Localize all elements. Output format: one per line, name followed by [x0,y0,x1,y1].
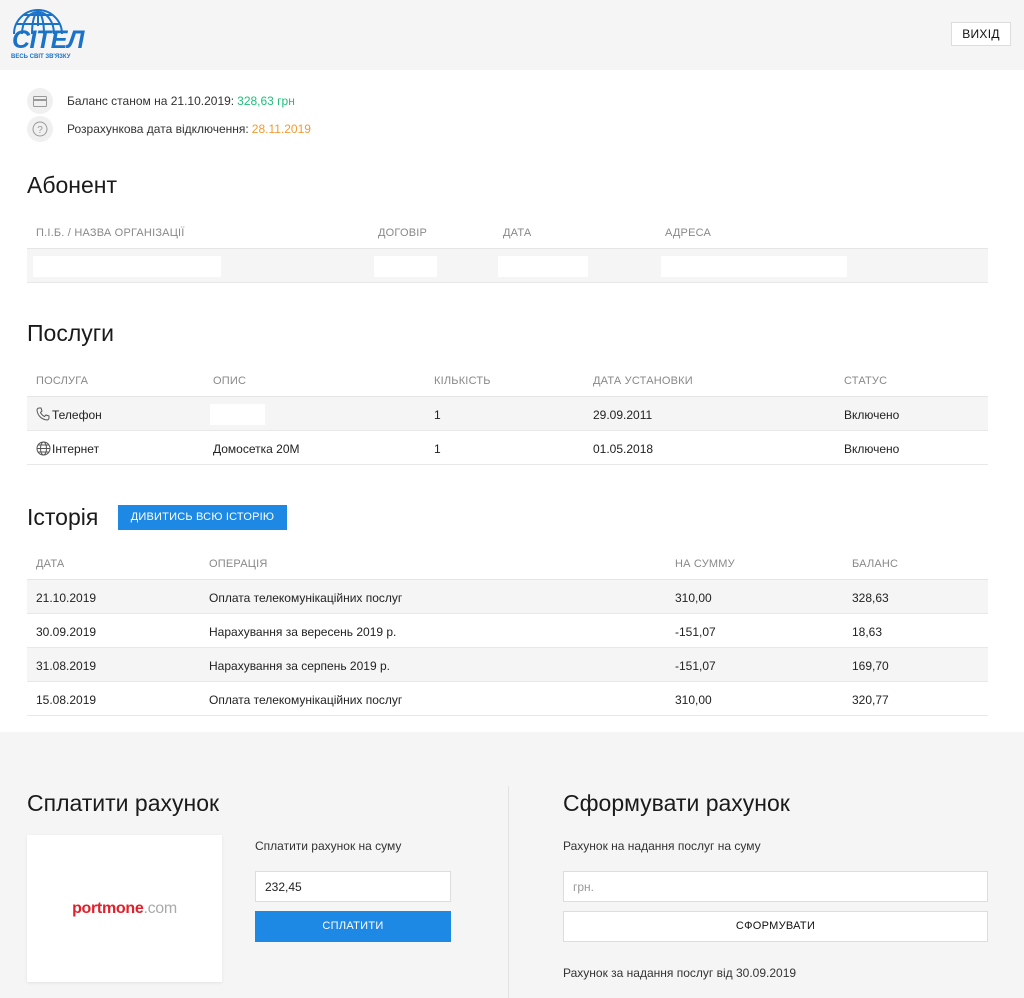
history-balance: 169,70 [852,659,889,673]
history-amount: 310,00 [675,693,712,707]
generate-invoice-button[interactable]: СФОРМУВАТИ [563,911,988,942]
table-row [27,249,988,283]
portmone-word: portmone [72,899,144,917]
redacted-contract [374,256,437,277]
col-address: АДРЕСА [665,227,712,239]
svg-text:?: ? [37,125,43,136]
table-row: 31.08.2019 Нарахування за серпень 2019 р.… [27,648,988,682]
table-header: П.І.Б. / НАЗВА ОРГАНІЗАЦІЇ ДОГОВІР ДАТА … [27,217,988,249]
history-amount: -151,07 [675,659,716,673]
service-name: Телефон [52,408,102,422]
redacted-name [33,256,221,277]
top-header: СІТЕЛ ВЕСЬ СВІТ ЗВ'ЯЗКУ ВИХІД [0,0,1024,70]
history-date: 21.10.2019 [36,591,97,605]
col-amount: НА СУММУ [675,558,735,570]
pay-title: Сплатити рахунок [27,790,220,816]
balance-value: 328,63 грн [237,94,295,108]
pay-amount-label: Сплатити рахунок на суму [255,839,402,853]
history-date: 30.09.2019 [36,625,97,639]
balance-info: Баланс станом на 21.10.2019: 328,63 грн [27,88,295,114]
col-balance: БАЛАНС [852,558,899,570]
service-date: 01.05.2018 [593,442,654,456]
history-balance: 328,63 [852,591,889,605]
table-header: ПОСЛУГА ОПИС КІЛЬКІСТЬ ДАТА УСТАНОВКИ СТ… [27,365,988,397]
history-amount: 310,00 [675,591,712,605]
logo-slogan: ВЕСЬ СВІТ ЗВ'ЯЗКУ [11,54,71,60]
col-name: П.І.Б. / НАЗВА ОРГАНІЗАЦІЇ [36,227,185,239]
exit-button[interactable]: ВИХІД [951,22,1011,46]
services-table: ПОСЛУГА ОПИС КІЛЬКІСТЬ ДАТА УСТАНОВКИ СТ… [27,365,988,465]
portmone-logo[interactable]: portmone .com [27,835,222,982]
portmone-suffix: .com [143,899,177,917]
question-icon: ? [27,116,53,142]
redacted-desc [210,404,265,425]
history-operation: Нарахування за вересень 2019 р. [209,625,397,639]
phone-icon [36,407,50,424]
col-qty: КІЛЬКІСТЬ [434,375,491,387]
card-icon [27,88,53,114]
disconnect-info: ? Розрахункова дата відключення: 28.11.2… [27,116,311,142]
services-title: Послуги [27,320,114,346]
col-install-date: ДАТА УСТАНОВКИ [593,375,693,387]
history-table: ДАТА ОПЕРАЦІЯ НА СУММУ БАЛАНС 21.10.2019… [27,548,988,716]
invoice-title: Сформувати рахунок [563,790,790,816]
sitel-logo[interactable]: СІТЕЛ ВЕСЬ СВІТ ЗВ'ЯЗКУ [8,4,84,64]
table-row: Інтернет Домосетка 20М 1 01.05.2018 Вклю… [27,431,988,465]
col-desc: ОПИС [213,375,247,387]
col-service: ПОСЛУГА [36,375,89,387]
table-row: 15.08.2019 Оплата телекомунікаційних посл… [27,682,988,716]
pay-button[interactable]: СПЛАТИТИ [255,911,451,942]
history-operation: Оплата телекомунікаційних послуг [209,591,403,605]
history-balance: 320,77 [852,693,889,707]
service-date: 29.09.2011 [593,408,653,422]
history-operation: Нарахування за серпень 2019 р. [209,659,390,673]
service-name: Інтернет [52,442,100,456]
history-rows: 21.10.2019 Оплата телекомунікаційних посл… [27,580,988,716]
table-row: 30.09.2019 Нарахування за вересень 2019 р… [27,614,988,648]
table-row: Телефон 1 29.09.2011 Включено [27,397,988,431]
subscriber-table: П.І.Б. / НАЗВА ОРГАНІЗАЦІЇ ДОГОВІР ДАТА … [27,217,988,283]
pay-amount-input[interactable] [255,871,451,902]
subscriber-title: Абонент [27,172,118,198]
invoice-amount-input[interactable] [563,871,988,902]
history-amount: -151,07 [675,625,716,639]
service-status: Включено [844,442,900,456]
globe-icon [36,441,51,459]
table-header: ДАТА ОПЕРАЦІЯ НА СУММУ БАЛАНС [27,548,988,580]
col-date: ДАТА [36,558,65,570]
history-balance: 18,63 [852,625,883,639]
balance-label: Баланс станом на 21.10.2019: [67,94,235,108]
service-qty: 1 [434,408,441,422]
col-date: ДАТА [503,227,532,239]
table-row: 21.10.2019 Оплата телекомунікаційних посл… [27,580,988,614]
last-invoice-link[interactable]: Рахунок за надання послуг від 30.09.2019 [563,966,796,980]
logo-text: СІТЕЛ [12,26,84,54]
column-divider [508,786,509,998]
invoice-amount-label: Рахунок на надання послуг на суму [563,839,761,853]
service-qty: 1 [434,442,441,456]
col-operation: ОПЕРАЦІЯ [209,558,268,570]
col-contract: ДОГОВІР [378,227,428,239]
history-date: 15.08.2019 [36,693,97,707]
col-status: СТАТУС [844,375,888,387]
redacted-address [661,256,847,277]
history-operation: Оплата телекомунікаційних послуг [209,693,403,707]
disconnect-label: Розрахункова дата відключення: [67,122,249,136]
view-all-history-button[interactable]: ДИВИТИСЬ ВСЮ ІСТОРІЮ [118,505,287,530]
disconnect-value: 28.11.2019 [251,122,311,136]
history-title: Історія [27,504,99,530]
service-status: Включено [844,408,900,422]
redacted-date [498,256,588,277]
service-desc: Домосетка 20М [213,442,300,456]
history-date: 31.08.2019 [36,659,97,673]
